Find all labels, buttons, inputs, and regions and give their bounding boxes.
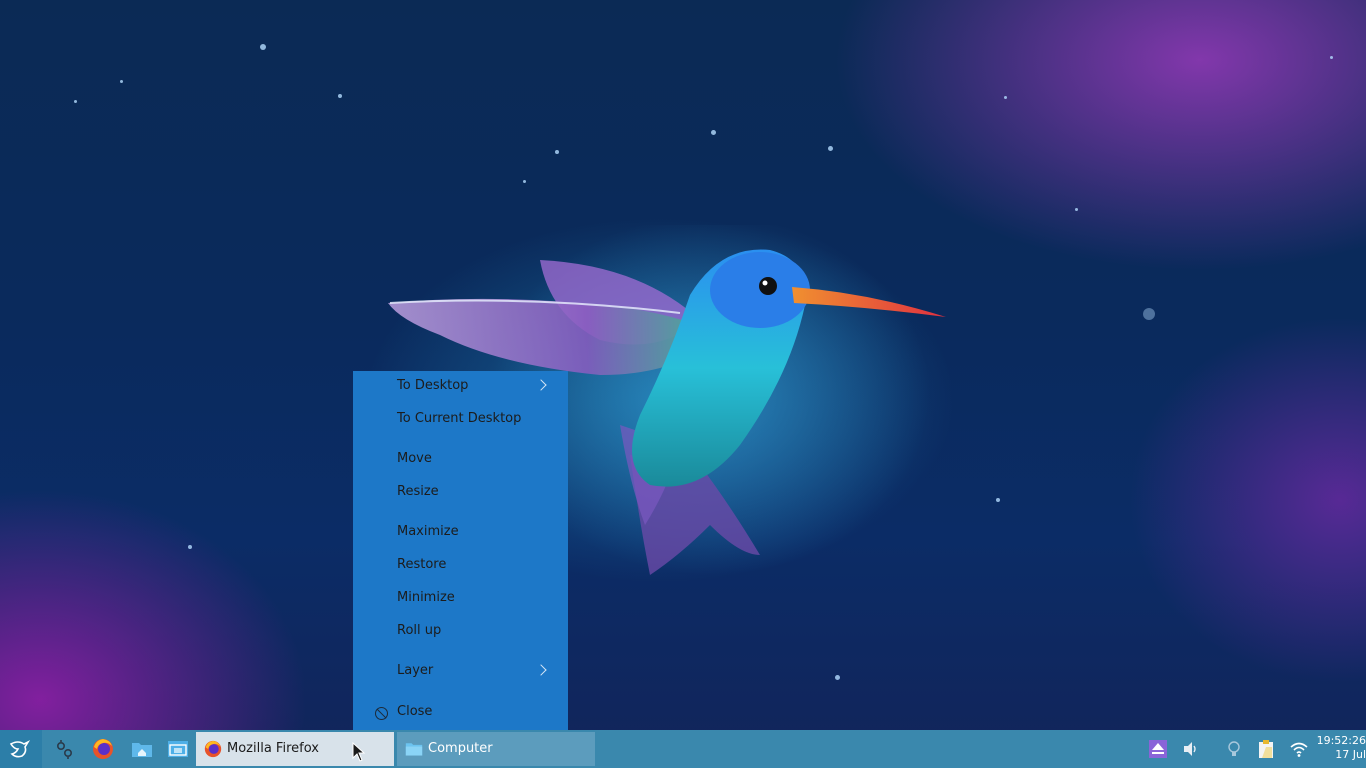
menu-item-label: To Desktop (397, 378, 469, 393)
window-manager-icon[interactable] (167, 738, 189, 760)
menu-item-label: Minimize (397, 590, 455, 605)
mouse-cursor-icon (352, 742, 366, 762)
star-decoration (338, 94, 342, 98)
task-label: Mozilla Firefox (227, 741, 319, 756)
task-label: Computer (428, 741, 493, 756)
taskbar: Mozilla Firefox Computer 19:52:26 17 Jul (0, 730, 1366, 768)
star-decoration (74, 100, 77, 103)
window-context-menu: To Desktop To Current Desktop Move Resiz… (353, 371, 568, 730)
menu-item-label: Resize (397, 484, 439, 499)
menu-item-to-desktop[interactable]: To Desktop (353, 374, 568, 400)
volume-icon[interactable] (1181, 739, 1201, 759)
task-button-computer[interactable]: Computer (397, 732, 595, 766)
star-decoration (1143, 308, 1155, 320)
menu-item-minimize[interactable]: Minimize (353, 586, 568, 612)
menu-item-maximize[interactable]: Maximize (353, 520, 568, 546)
clock[interactable]: 19:52:26 17 Jul (1312, 734, 1366, 762)
menu-item-move[interactable]: Move (353, 447, 568, 473)
clipboard-icon[interactable] (1256, 739, 1276, 759)
star-decoration (835, 675, 840, 680)
chevron-right-icon (535, 664, 547, 676)
menu-item-label: Layer (397, 663, 434, 678)
application-launcher-button[interactable] (0, 730, 42, 768)
lightbulb-icon[interactable] (1224, 739, 1244, 759)
wifi-icon[interactable] (1289, 739, 1309, 759)
menu-item-label: Close (397, 704, 433, 719)
clock-time: 19:52:26 (1316, 734, 1366, 747)
star-decoration (555, 150, 559, 154)
menu-item-label: To Current Desktop (397, 411, 522, 426)
star-decoration (523, 180, 526, 183)
home-folder-icon[interactable] (131, 738, 153, 760)
star-decoration (1004, 96, 1007, 99)
star-decoration (260, 44, 266, 50)
firefox-icon (204, 740, 222, 758)
star-decoration (120, 80, 123, 83)
menu-item-resize[interactable]: Resize (353, 480, 568, 506)
star-decoration (711, 130, 716, 135)
star-decoration (1330, 56, 1333, 59)
star-decoration (828, 146, 833, 151)
eject-icon[interactable] (1148, 739, 1168, 759)
close-circle-icon (375, 707, 388, 720)
firefox-icon[interactable] (92, 738, 114, 760)
kde-logo-icon (9, 740, 30, 758)
star-decoration (1075, 208, 1078, 211)
menu-item-close[interactable]: Close (353, 700, 568, 726)
menu-item-layer[interactable]: Layer (353, 659, 568, 685)
star-decoration (996, 498, 1000, 502)
folder-icon (405, 743, 423, 756)
menu-item-to-current-desktop[interactable]: To Current Desktop (353, 407, 568, 433)
menu-item-label: Restore (397, 557, 447, 572)
menu-item-label: Move (397, 451, 432, 466)
settings-icon[interactable] (53, 738, 75, 760)
menu-item-label: Maximize (397, 524, 459, 539)
desktop-wallpaper: To Desktop To Current Desktop Move Resiz… (0, 0, 1366, 730)
clock-date: 17 Jul (1335, 748, 1366, 761)
menu-item-restore[interactable]: Restore (353, 553, 568, 579)
menu-item-label: Roll up (397, 623, 442, 638)
star-decoration (188, 545, 192, 549)
chevron-right-icon (535, 379, 547, 391)
menu-item-roll-up[interactable]: Roll up (353, 619, 568, 645)
